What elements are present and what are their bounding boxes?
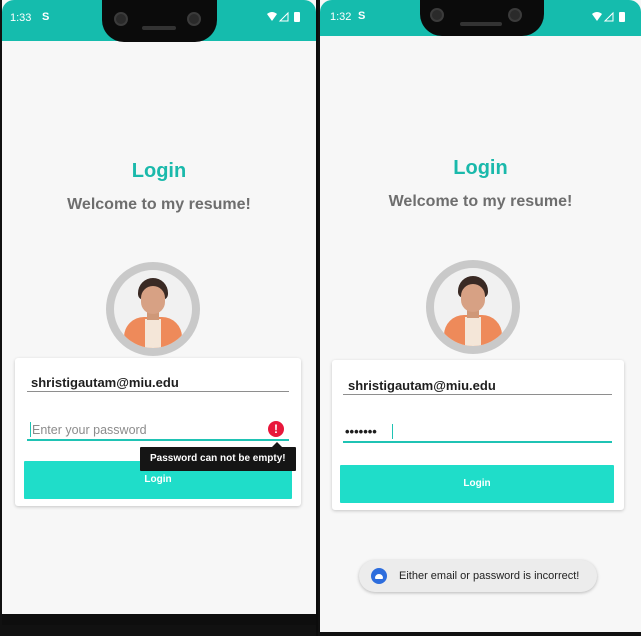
status-time: 1:33 [10,12,32,24]
camera-icon [430,8,444,22]
text-caret [392,424,393,439]
page-subtitle: Welcome to my resume! [388,193,573,210]
login-screen-toast: 1:32 S Login Welcome to my resume! shris… [320,0,641,632]
phone-right: 1:32 S Login Welcome to my resume! shris… [318,0,641,636]
error-toast: Either email or password is incorrect! [359,560,597,592]
wifi-signal-battery-icon [592,11,625,22]
email-underline [27,391,289,392]
camera-notch [102,0,217,42]
sim-icon: S [358,10,366,22]
nav-bar [2,614,316,625]
camera-notch [420,0,544,36]
page-title: Login [131,160,187,182]
login-card: shristigautam@miu.edu Enter your passwor… [15,358,301,506]
error-tooltip: Password can not be empty! [140,447,296,471]
email-field[interactable]: shristigautam@miu.edu [348,378,496,393]
password-underline [343,441,612,443]
status-icons [591,11,629,25]
email-underline [343,394,612,395]
email-field[interactable]: shristigautam@miu.edu [31,375,179,390]
password-underline [27,439,289,441]
phone-left: 1:33 S Login Welcome to my resume! shris… [0,0,318,636]
camera-icon [508,8,522,22]
login-button[interactable]: Login [340,465,614,503]
speaker-grille [142,26,176,30]
sim-icon: S [42,11,50,23]
wifi-signal-battery-icon [267,11,300,22]
status-time: 1:32 [330,11,352,23]
text-caret [30,422,31,437]
camera-icon [187,12,201,26]
login-screen-error: 1:33 S Login Welcome to my resume! shris… [2,0,316,625]
page-title: Login [453,157,508,179]
page-subtitle: Welcome to my resume! [67,196,251,213]
avatar [426,260,520,354]
password-field[interactable]: Enter your password [32,423,147,437]
error-icon: ! [268,421,284,437]
camera-icon [114,12,128,26]
app-icon [371,568,387,584]
password-field[interactable]: ••••••• [345,424,377,439]
login-card: shristigautam@miu.edu ••••••• Login [332,360,624,510]
status-icons [266,11,304,25]
avatar [106,262,200,356]
toast-message: Either email or password is incorrect! [399,570,580,582]
speaker-grille [460,22,502,26]
